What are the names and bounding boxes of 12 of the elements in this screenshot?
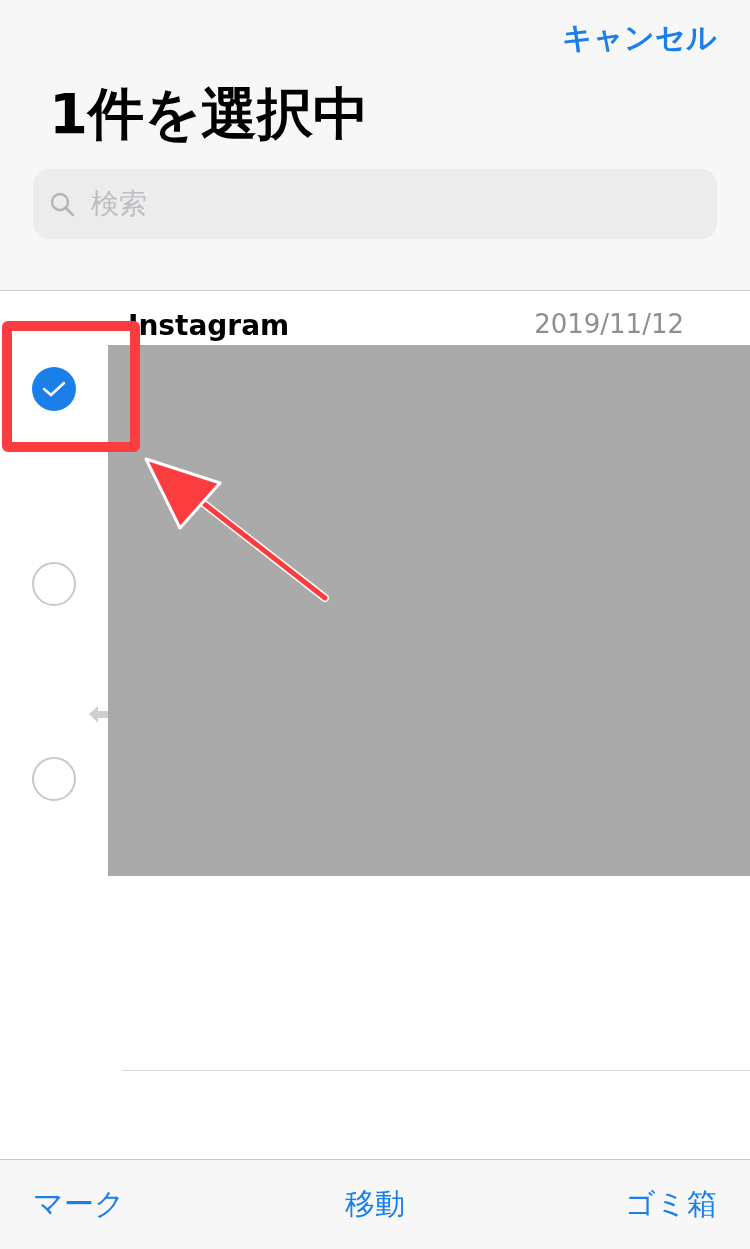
toolbar-button[interactable]: 移動 bbox=[345, 1184, 405, 1225]
toolbar-button[interactable]: マーク bbox=[33, 1184, 125, 1225]
search-icon bbox=[49, 190, 75, 217]
sender-name: Instagram bbox=[128, 309, 290, 342]
selection-checkbox[interactable] bbox=[32, 561, 76, 606]
selection-checkbox[interactable] bbox=[32, 756, 76, 801]
message-date: 2019/11/12 bbox=[534, 309, 684, 339]
checkmark-icon bbox=[42, 379, 66, 398]
toolbar-button[interactable]: ゴミ箱 bbox=[625, 1184, 717, 1225]
page-title: 1件を選択中 bbox=[49, 83, 370, 145]
selection-checkbox[interactable] bbox=[32, 366, 76, 411]
cancel-button[interactable]: キャンセル bbox=[562, 18, 717, 59]
